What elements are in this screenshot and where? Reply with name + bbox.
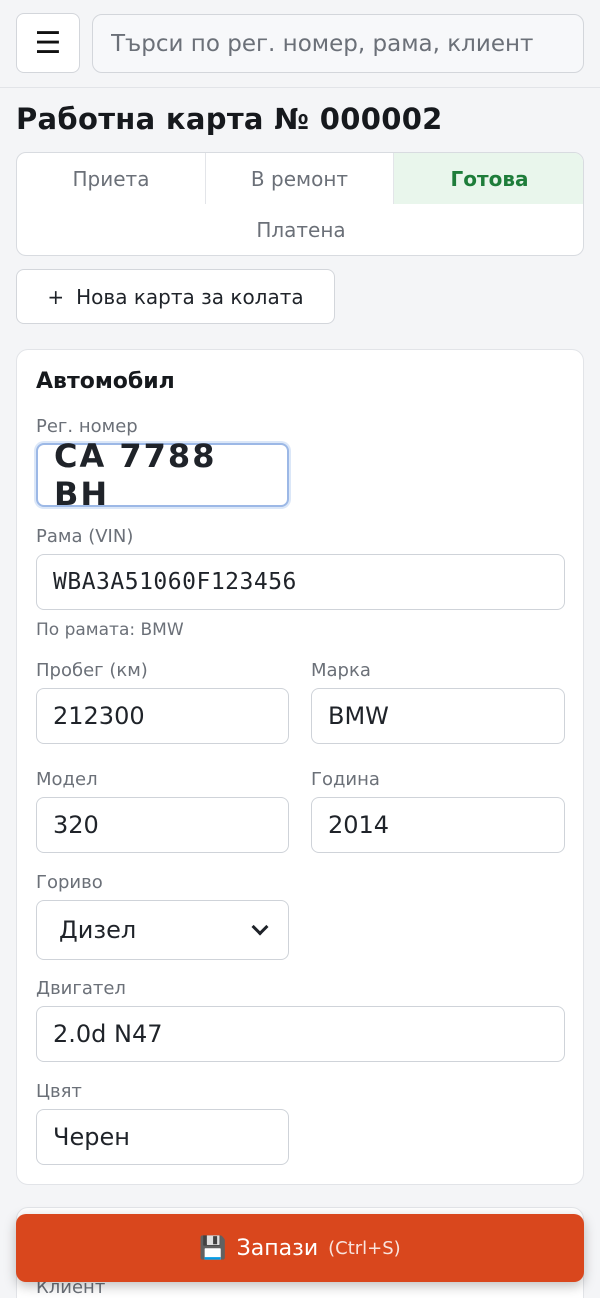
save-label: Запази [236,1235,319,1261]
chevron-down-icon [251,918,269,936]
color-label: Цвят [36,1081,82,1102]
save-button[interactable]: 💾 Запази (Ctrl+S) [16,1214,584,1282]
color-field[interactable]: Черен [36,1109,289,1165]
reg-label: Рег. номер [36,416,138,437]
vin-hint: По рамата: BMW [36,620,184,640]
new-card-button[interactable]: + Нова карта за колата [16,269,335,324]
top-bar: ☰ [0,0,600,88]
new-card-label: Нова карта за колата [76,284,304,309]
tab-accepted[interactable]: Приета [17,153,206,204]
model-field[interactable]: 320 [36,797,289,853]
vin-field[interactable]: WBA3A51060F123456 [36,554,565,610]
plus-icon: + [47,284,65,309]
tab-paid[interactable]: Платена [17,204,583,255]
reg-number-field[interactable]: СА 7788 ВН [36,437,289,513]
tab-in-repair[interactable]: В ремонт [206,153,394,204]
model-label: Модел [36,769,98,790]
page-title: Работна карта № 000002 [16,102,443,136]
save-shortcut: (Ctrl+S) [328,1237,401,1259]
floppy-disk-icon: 💾 [199,1235,227,1261]
year-field[interactable]: 2014 [311,797,565,853]
search-input[interactable] [92,14,584,73]
vehicle-section-title: Автомобил [36,369,175,394]
vin-label: Рама (VIN) [36,526,134,547]
engine-label: Двигател [36,978,126,999]
engine-field[interactable]: 2.0d N47 [36,1006,565,1062]
mileage-label: Пробег (км) [36,660,148,681]
tab-ready[interactable]: Готова [394,153,583,204]
status-tabs: Приета В ремонт Готова Платена [16,152,584,256]
fuel-select-value: Дизел [59,916,137,944]
fuel-select[interactable]: Дизел [36,900,289,960]
mileage-field[interactable]: 212300 [36,688,289,744]
year-label: Година [311,769,380,790]
make-label: Марка [311,660,371,681]
fuel-label: Гориво [36,872,103,893]
menu-icon[interactable]: ☰ [16,13,80,73]
make-field[interactable]: BMW [311,688,565,744]
